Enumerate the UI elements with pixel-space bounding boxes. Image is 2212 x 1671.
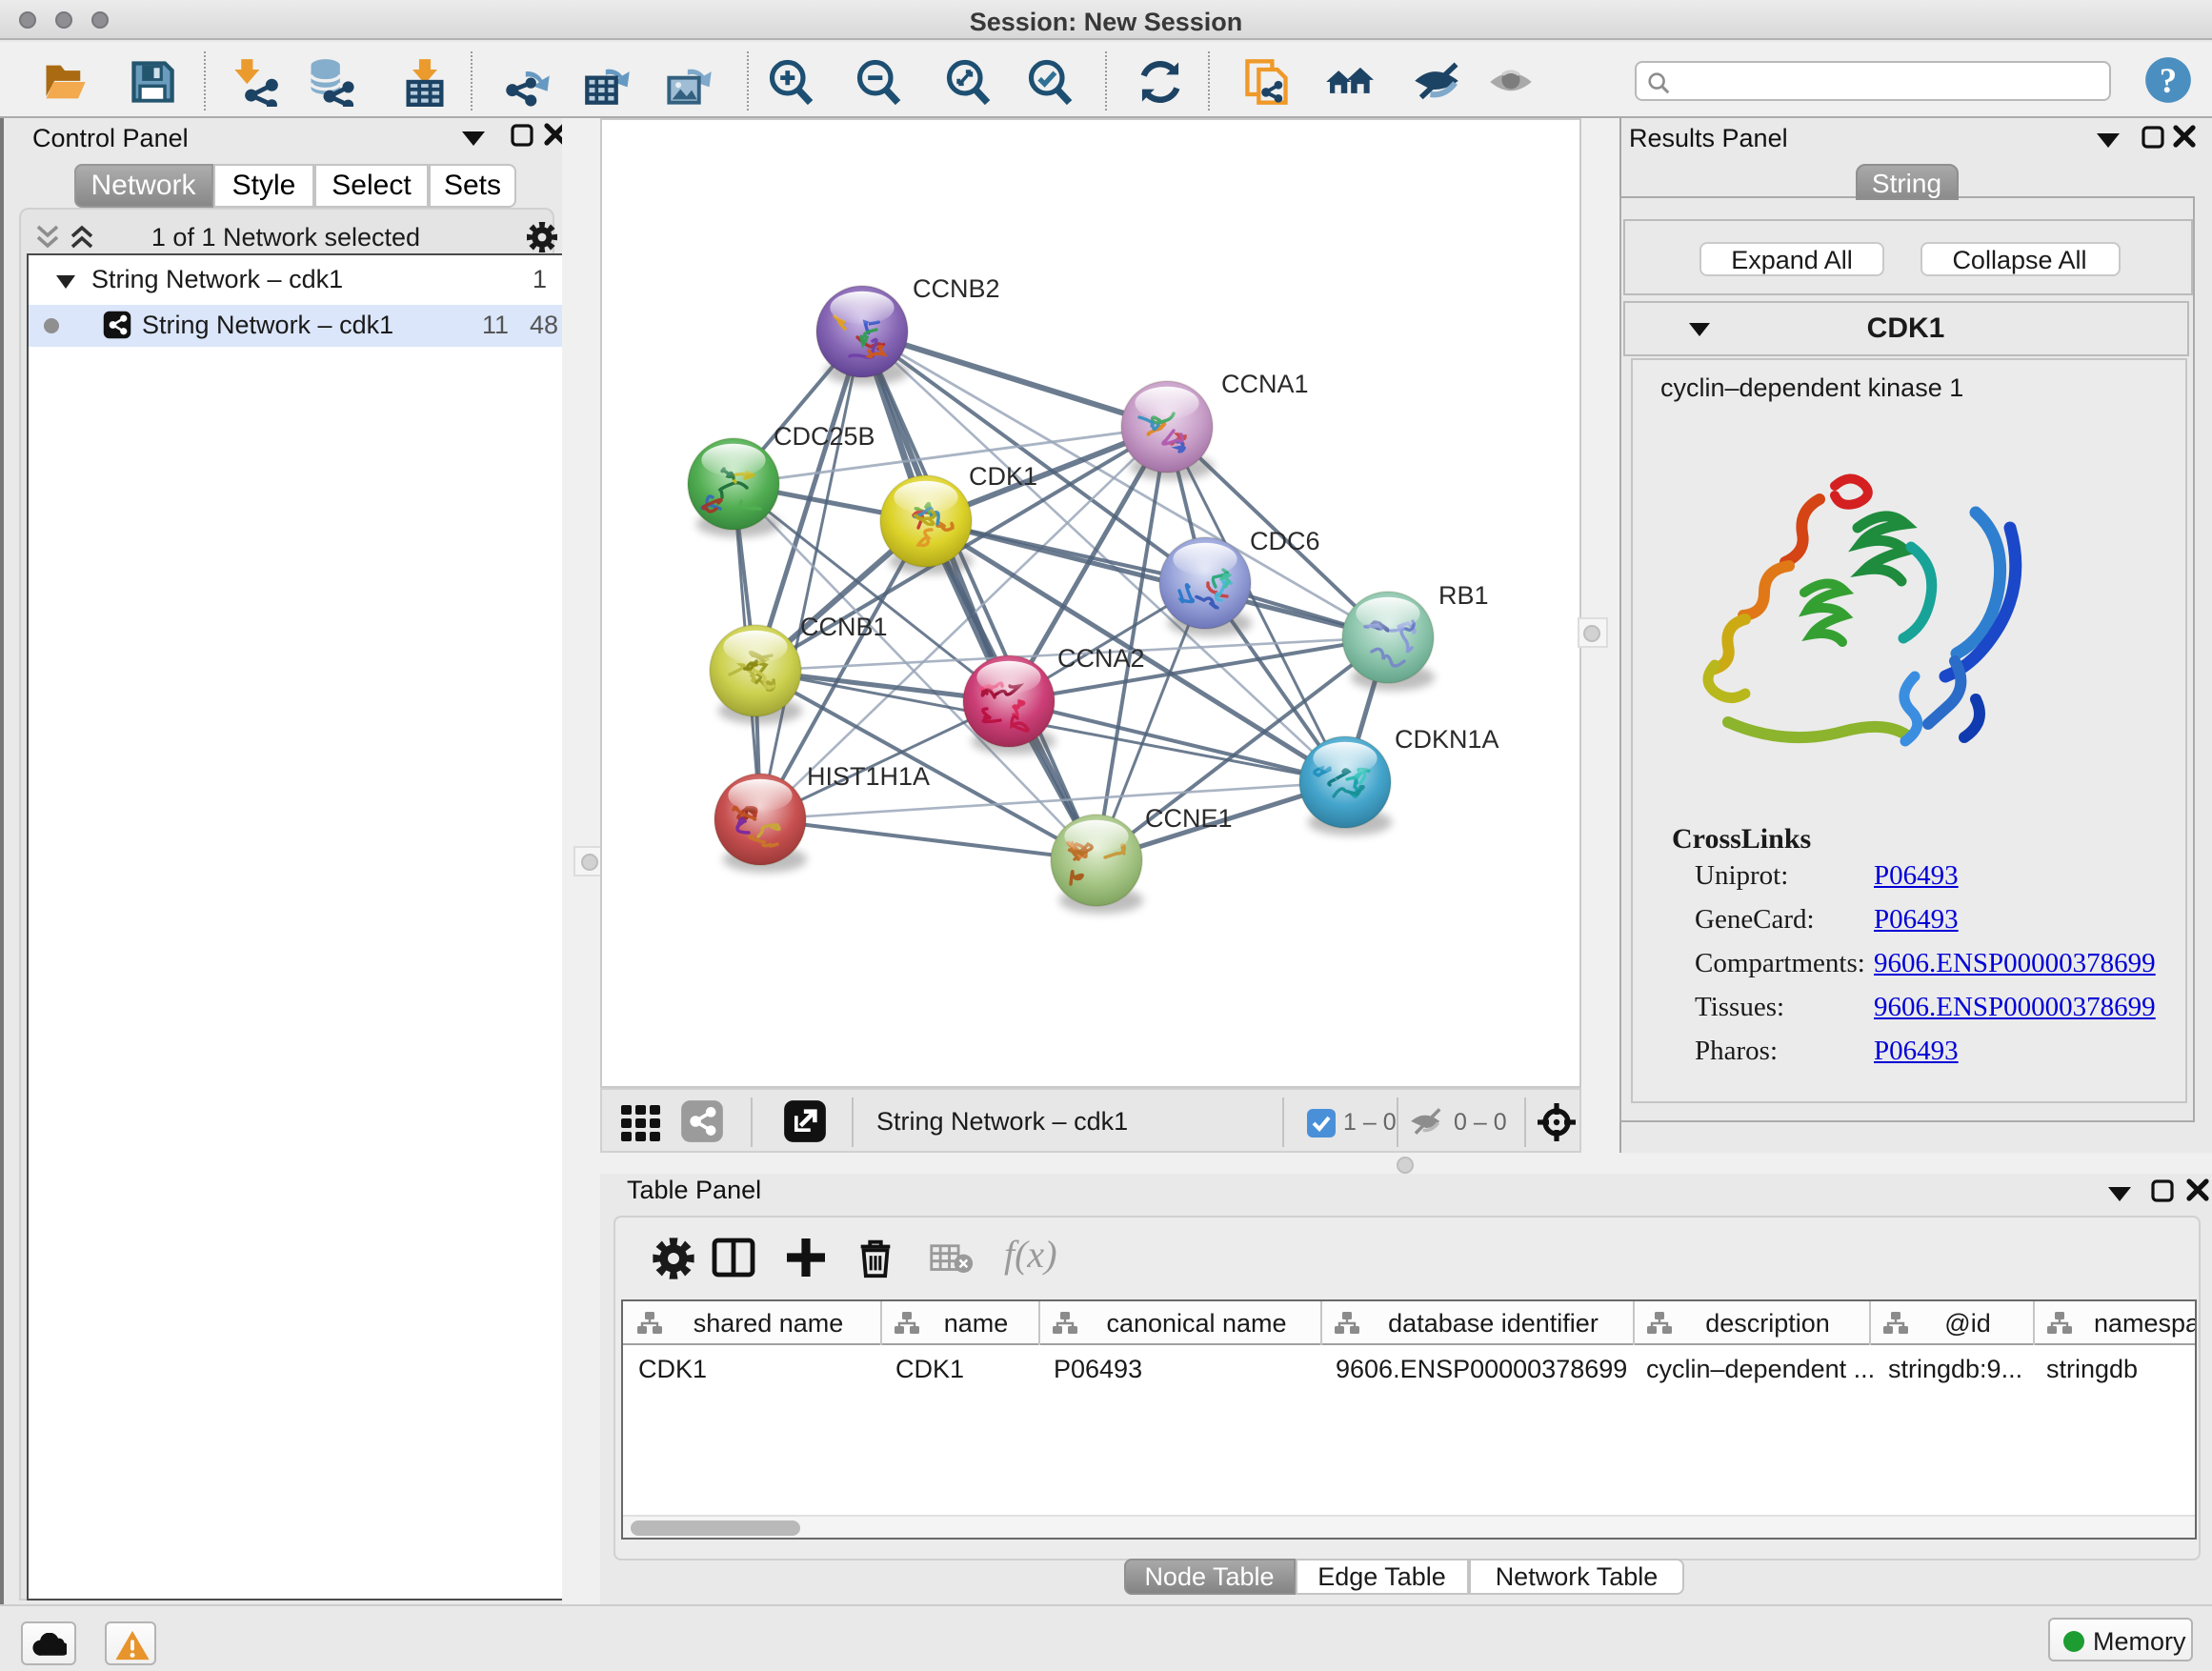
svg-text:CCNA2: CCNA2 bbox=[1057, 644, 1145, 673]
svg-text:?: ? bbox=[2160, 61, 2177, 100]
svg-text:CCNE1: CCNE1 bbox=[1145, 804, 1233, 833]
svg-text:CCNB2: CCNB2 bbox=[913, 274, 1000, 303]
svg-text:HIST1H1A: HIST1H1A bbox=[807, 762, 930, 791]
svg-text:CCNA1: CCNA1 bbox=[1221, 370, 1309, 398]
svg-text:CCNB1: CCNB1 bbox=[800, 613, 888, 641]
svg-text:CDK1: CDK1 bbox=[969, 462, 1037, 491]
svg-text:CDC25B: CDC25B bbox=[774, 422, 875, 451]
svg-text:CDC6: CDC6 bbox=[1250, 527, 1320, 555]
svg-text:CDKN1A: CDKN1A bbox=[1395, 725, 1499, 754]
svg-text:RB1: RB1 bbox=[1438, 581, 1489, 610]
